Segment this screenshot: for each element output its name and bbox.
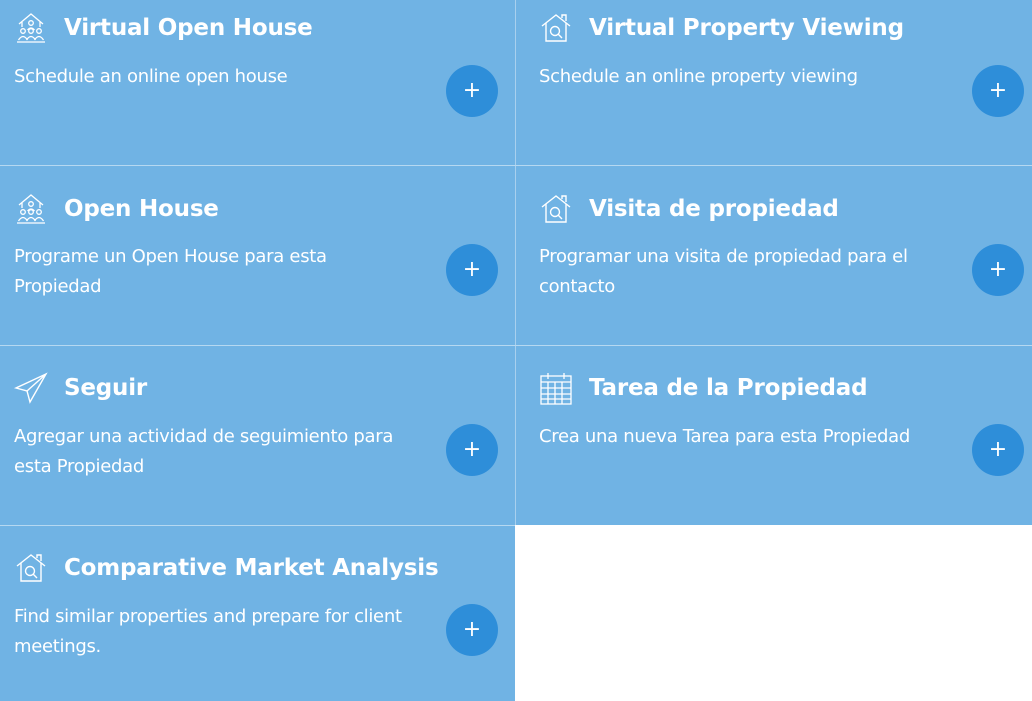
column-divider (515, 0, 516, 525)
card-tarea-de-la-propiedad[interactable]: Tarea de la Propiedad Crea una nueva Tar… (516, 346, 1032, 525)
card-seguir[interactable]: Seguir Agregar una actividad de seguimie… (0, 346, 515, 525)
paper-plane-icon (13, 370, 49, 406)
card-title: Comparative Market Analysis (64, 555, 439, 581)
description-line: Propiedad (14, 276, 102, 297)
description-line: contacto (539, 276, 615, 297)
card-title: Seguir (64, 375, 148, 401)
open-house-people-icon (13, 10, 49, 46)
add-button[interactable]: + (446, 244, 498, 296)
description-line: Agregar una actividad de seguimiento par… (14, 426, 394, 447)
add-button[interactable]: + (446, 65, 498, 117)
card-header: Open House (13, 191, 219, 227)
card-header: Virtual Open House (13, 10, 313, 46)
card-description: Schedule an online open house (14, 62, 288, 92)
add-button[interactable]: + (446, 424, 498, 476)
open-house-people-icon (13, 191, 49, 227)
card-visita-de-propiedad[interactable]: Visita de propiedad Programar una visita… (516, 166, 1032, 345)
row-divider (0, 525, 515, 526)
card-header: Seguir (13, 370, 147, 406)
card-header: Visita de propiedad (538, 191, 839, 227)
description-line: esta Propiedad (14, 456, 145, 477)
row-divider (0, 165, 1032, 166)
card-title: Open House (64, 196, 219, 222)
card-description: Schedule an online property viewing (539, 62, 858, 92)
card-description: Agregar una actividad de seguimiento par… (14, 422, 393, 482)
description-line: Schedule an online property viewing (539, 66, 858, 87)
house-search-icon (13, 550, 49, 586)
card-title: Tarea de la Propiedad (589, 375, 868, 401)
card-description: Programar una visita de propiedad para e… (539, 242, 908, 302)
row-divider (0, 345, 1032, 346)
card-virtual-property-viewing[interactable]: Virtual Property Viewing Schedule an onl… (516, 0, 1032, 165)
card-description: Find similar properties and prepare for … (14, 602, 402, 662)
add-button[interactable]: + (972, 65, 1024, 117)
card-description: Programe un Open House para esta Propied… (14, 242, 327, 302)
description-line: Find similar properties and prepare for … (14, 606, 402, 627)
description-line: meetings. (14, 636, 101, 657)
add-button[interactable]: + (446, 604, 498, 656)
card-header: Comparative Market Analysis (13, 550, 439, 586)
description-line: Programar una visita de propiedad para e… (539, 246, 908, 267)
house-search-icon (538, 10, 574, 46)
add-button[interactable]: + (972, 424, 1024, 476)
card-virtual-open-house[interactable]: Virtual Open House Schedule an online op… (0, 0, 515, 165)
card-header: Tarea de la Propiedad (538, 370, 868, 406)
card-comparative-market-analysis[interactable]: Comparative Market Analysis Find similar… (0, 526, 515, 701)
card-title: Virtual Open House (64, 15, 313, 41)
card-description: Crea una nueva Tarea para esta Propiedad (539, 422, 910, 452)
action-cards-grid: Virtual Open House Schedule an online op… (0, 0, 1032, 701)
card-title: Virtual Property Viewing (589, 15, 904, 41)
card-open-house[interactable]: Open House Programe un Open House para e… (0, 166, 515, 345)
description-line: Crea una nueva Tarea para esta Propiedad (539, 426, 910, 447)
description-line: Programe un Open House para esta (14, 246, 327, 267)
card-header: Virtual Property Viewing (538, 10, 904, 46)
house-search-icon (538, 191, 574, 227)
description-line: Schedule an online open house (14, 66, 288, 87)
add-button[interactable]: + (972, 244, 1024, 296)
card-title: Visita de propiedad (589, 196, 839, 222)
calendar-icon (538, 370, 574, 406)
